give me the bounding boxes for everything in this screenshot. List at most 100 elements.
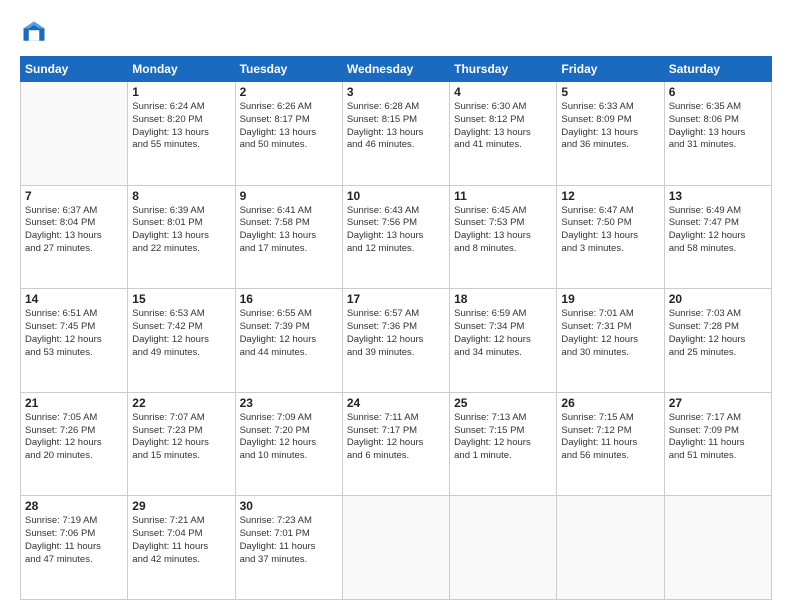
day-info: Sunrise: 6:53 AM Sunset: 7:42 PM Dayligh… — [132, 308, 230, 359]
weekday-header: Monday — [128, 57, 235, 82]
day-number: 3 — [347, 85, 445, 99]
calendar-cell: 9Sunrise: 6:41 AM Sunset: 7:58 PM Daylig… — [235, 185, 342, 289]
day-info: Sunrise: 7:21 AM Sunset: 7:04 PM Dayligh… — [132, 515, 230, 566]
calendar-cell: 14 Sunrise: 6:51 AM Sunset: 7:45 PM Dayli… — [21, 289, 128, 393]
calendar-cell: 21 Sunrise: 7:05 AM Sunset: 7:26 PM Dayli… — [21, 392, 128, 496]
calendar-cell: 7Sunrise: 6:37 AM Sunset: 8:04 PM Daylig… — [21, 185, 128, 289]
day-number: 25 — [454, 396, 552, 410]
calendar-week-row: 1 Sunrise: 6:24 AM Sunset: 8:20 PM Daylig… — [21, 82, 772, 186]
day-info: Sunrise: 6:45 AM Sunset: 7:53 PM Dayligh… — [454, 205, 552, 256]
calendar-cell: 6 Sunrise: 6:35 AM Sunset: 8:06 PM Daylig… — [664, 82, 771, 186]
day-info: Sunrise: 7:05 AM Sunset: 7:26 PM Dayligh… — [25, 412, 123, 463]
day-number: 14 — [25, 292, 123, 306]
day-number: 22 — [132, 396, 230, 410]
day-info: Sunrise: 7:09 AM Sunset: 7:20 PM Dayligh… — [240, 412, 338, 463]
calendar-cell: 15 Sunrise: 6:53 AM Sunset: 7:42 PM Dayli… — [128, 289, 235, 393]
day-info: Sunrise: 7:07 AM Sunset: 7:23 PM Dayligh… — [132, 412, 230, 463]
calendar-cell — [342, 496, 449, 600]
day-number: 26 — [561, 396, 659, 410]
calendar-cell: 2 Sunrise: 6:26 AM Sunset: 8:17 PM Daylig… — [235, 82, 342, 186]
header — [20, 18, 772, 46]
day-info: Sunrise: 7:13 AM Sunset: 7:15 PM Dayligh… — [454, 412, 552, 463]
day-number: 5 — [561, 85, 659, 99]
calendar-week-row: 21 Sunrise: 7:05 AM Sunset: 7:26 PM Dayli… — [21, 392, 772, 496]
day-number: 1 — [132, 85, 230, 99]
day-number: 13 — [669, 189, 767, 203]
calendar-cell: 17 Sunrise: 6:57 AM Sunset: 7:36 PM Dayli… — [342, 289, 449, 393]
calendar-cell: 1 Sunrise: 6:24 AM Sunset: 8:20 PM Daylig… — [128, 82, 235, 186]
weekday-header: Friday — [557, 57, 664, 82]
calendar-cell: 5 Sunrise: 6:33 AM Sunset: 8:09 PM Daylig… — [557, 82, 664, 186]
calendar-cell: 11 Sunrise: 6:45 AM Sunset: 7:53 PM Dayli… — [450, 185, 557, 289]
weekday-header: Thursday — [450, 57, 557, 82]
day-number: 23 — [240, 396, 338, 410]
calendar-cell — [450, 496, 557, 600]
day-number: 12 — [561, 189, 659, 203]
page: SundayMondayTuesdayWednesdayThursdayFrid… — [0, 0, 792, 612]
day-number: 8 — [132, 189, 230, 203]
day-info: Sunrise: 7:17 AM Sunset: 7:09 PM Dayligh… — [669, 412, 767, 463]
day-number: 2 — [240, 85, 338, 99]
day-info: Sunrise: 6:33 AM Sunset: 8:09 PM Dayligh… — [561, 101, 659, 152]
calendar-week-row: 14 Sunrise: 6:51 AM Sunset: 7:45 PM Dayli… — [21, 289, 772, 393]
calendar-cell — [21, 82, 128, 186]
day-number: 30 — [240, 499, 338, 513]
day-info: Sunrise: 7:01 AM Sunset: 7:31 PM Dayligh… — [561, 308, 659, 359]
day-info: Sunrise: 7:15 AM Sunset: 7:12 PM Dayligh… — [561, 412, 659, 463]
day-number: 10 — [347, 189, 445, 203]
weekday-header: Saturday — [664, 57, 771, 82]
day-number: 21 — [25, 396, 123, 410]
calendar-cell: 25 Sunrise: 7:13 AM Sunset: 7:15 PM Dayli… — [450, 392, 557, 496]
day-info: Sunrise: 6:39 AM Sunset: 8:01 PM Dayligh… — [132, 205, 230, 256]
day-number: 11 — [454, 189, 552, 203]
day-number: 9 — [240, 189, 338, 203]
day-info: Sunrise: 6:28 AM Sunset: 8:15 PM Dayligh… — [347, 101, 445, 152]
day-number: 29 — [132, 499, 230, 513]
day-info: Sunrise: 6:59 AM Sunset: 7:34 PM Dayligh… — [454, 308, 552, 359]
day-info: Sunrise: 6:47 AM Sunset: 7:50 PM Dayligh… — [561, 205, 659, 256]
logo — [20, 18, 52, 46]
day-info: Sunrise: 6:35 AM Sunset: 8:06 PM Dayligh… — [669, 101, 767, 152]
calendar-cell: 20Sunrise: 7:03 AM Sunset: 7:28 PM Dayli… — [664, 289, 771, 393]
day-number: 4 — [454, 85, 552, 99]
day-number: 16 — [240, 292, 338, 306]
calendar-cell: 24Sunrise: 7:11 AM Sunset: 7:17 PM Dayli… — [342, 392, 449, 496]
day-number: 19 — [561, 292, 659, 306]
calendar-cell: 12 Sunrise: 6:47 AM Sunset: 7:50 PM Dayli… — [557, 185, 664, 289]
day-number: 24 — [347, 396, 445, 410]
calendar-cell: 13 Sunrise: 6:49 AM Sunset: 7:47 PM Dayli… — [664, 185, 771, 289]
day-number: 17 — [347, 292, 445, 306]
calendar-cell: 16Sunrise: 6:55 AM Sunset: 7:39 PM Dayli… — [235, 289, 342, 393]
calendar-cell — [557, 496, 664, 600]
day-number: 7 — [25, 189, 123, 203]
calendar-cell: 26 Sunrise: 7:15 AM Sunset: 7:12 PM Dayli… — [557, 392, 664, 496]
calendar-cell: 4 Sunrise: 6:30 AM Sunset: 8:12 PM Daylig… — [450, 82, 557, 186]
day-info: Sunrise: 6:57 AM Sunset: 7:36 PM Dayligh… — [347, 308, 445, 359]
day-number: 6 — [669, 85, 767, 99]
calendar-cell: 18 Sunrise: 6:59 AM Sunset: 7:34 PM Dayli… — [450, 289, 557, 393]
day-number: 15 — [132, 292, 230, 306]
day-number: 28 — [25, 499, 123, 513]
weekday-header: Tuesday — [235, 57, 342, 82]
day-number: 18 — [454, 292, 552, 306]
day-info: Sunrise: 6:26 AM Sunset: 8:17 PM Dayligh… — [240, 101, 338, 152]
calendar-cell: 28 Sunrise: 7:19 AM Sunset: 7:06 PM Dayli… — [21, 496, 128, 600]
day-info: Sunrise: 7:19 AM Sunset: 7:06 PM Dayligh… — [25, 515, 123, 566]
calendar-week-row: 28 Sunrise: 7:19 AM Sunset: 7:06 PM Dayli… — [21, 496, 772, 600]
day-info: Sunrise: 6:51 AM Sunset: 7:45 PM Dayligh… — [25, 308, 123, 359]
day-info: Sunrise: 6:24 AM Sunset: 8:20 PM Dayligh… — [132, 101, 230, 152]
calendar: SundayMondayTuesdayWednesdayThursdayFrid… — [20, 56, 772, 600]
calendar-cell: 27 Sunrise: 7:17 AM Sunset: 7:09 PM Dayli… — [664, 392, 771, 496]
calendar-cell: 29 Sunrise: 7:21 AM Sunset: 7:04 PM Dayli… — [128, 496, 235, 600]
day-number: 20 — [669, 292, 767, 306]
calendar-cell: 8 Sunrise: 6:39 AM Sunset: 8:01 PM Daylig… — [128, 185, 235, 289]
day-info: Sunrise: 6:30 AM Sunset: 8:12 PM Dayligh… — [454, 101, 552, 152]
day-info: Sunrise: 6:49 AM Sunset: 7:47 PM Dayligh… — [669, 205, 767, 256]
logo-icon — [20, 18, 48, 46]
day-info: Sunrise: 7:23 AM Sunset: 7:01 PM Dayligh… — [240, 515, 338, 566]
calendar-cell: 3 Sunrise: 6:28 AM Sunset: 8:15 PM Daylig… — [342, 82, 449, 186]
calendar-cell — [664, 496, 771, 600]
calendar-cell: 10 Sunrise: 6:43 AM Sunset: 7:56 PM Dayli… — [342, 185, 449, 289]
day-info: Sunrise: 6:43 AM Sunset: 7:56 PM Dayligh… — [347, 205, 445, 256]
day-number: 27 — [669, 396, 767, 410]
